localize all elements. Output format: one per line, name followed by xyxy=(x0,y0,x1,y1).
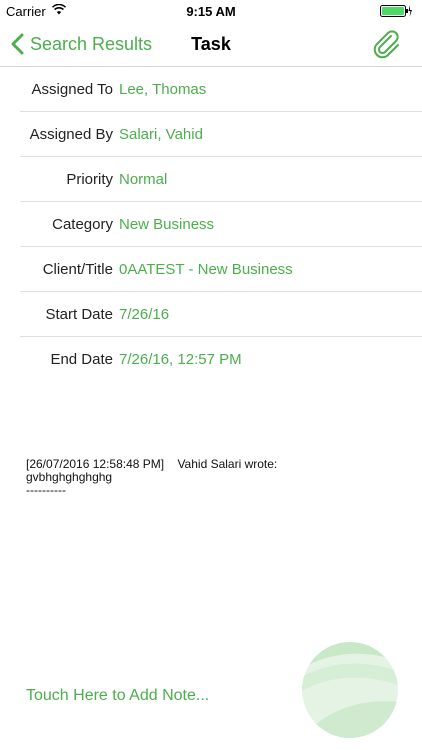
detail-label: Client/Title xyxy=(42,261,113,278)
detail-row-category[interactable]: Category New Business xyxy=(20,202,422,247)
detail-value: 0AATEST - New Business xyxy=(119,261,293,278)
navigation-bar: Search Results Task xyxy=(0,22,422,67)
detail-label: Assigned By xyxy=(29,126,113,143)
battery-charging-icon xyxy=(380,5,412,17)
detail-row-assigned-by[interactable]: Assigned By Salari, Vahid xyxy=(20,112,422,157)
detail-value: Normal xyxy=(119,171,168,188)
add-note-button[interactable]: Touch Here to Add Note... xyxy=(26,687,209,705)
detail-value: Lee, Thomas xyxy=(119,81,207,98)
detail-row-end-date[interactable]: End Date 7/26/16, 12:57 PM xyxy=(20,337,422,381)
detail-label: Start Date xyxy=(45,306,113,323)
detail-row-start-date[interactable]: Start Date 7/26/16 xyxy=(20,292,422,337)
detail-value: 7/26/16, 12:57 PM xyxy=(119,351,242,368)
detail-label: Priority xyxy=(66,171,113,188)
detail-row-client-title[interactable]: Client/Title 0AATEST - New Business xyxy=(20,247,422,292)
task-details: Assigned To Lee, Thomas Assigned By Sala… xyxy=(20,67,422,381)
detail-label: End Date xyxy=(50,351,113,368)
detail-value: Salari, Vahid xyxy=(119,126,203,143)
page-title: Task xyxy=(191,34,231,54)
detail-label: Category xyxy=(52,216,113,233)
detail-label: Assigned To xyxy=(31,81,113,98)
app-logo-icon xyxy=(302,642,398,738)
status-bar: Carrier 9:15 AM xyxy=(0,0,422,22)
clock: 9:15 AM xyxy=(186,4,236,19)
note-body: gvbhghghghghg xyxy=(26,470,113,484)
detail-value: 7/26/16 xyxy=(119,306,170,323)
notes-log: [26/07/2016 12:58:48 PM] Vahid Salari wr… xyxy=(26,458,406,497)
detail-row-priority[interactable]: Priority Normal xyxy=(20,157,422,202)
detail-row-assigned-to[interactable]: Assigned To Lee, Thomas xyxy=(20,67,422,112)
paperclip-icon[interactable] xyxy=(372,30,402,60)
note-separator: ---------- xyxy=(26,483,66,497)
detail-value: New Business xyxy=(119,216,215,233)
